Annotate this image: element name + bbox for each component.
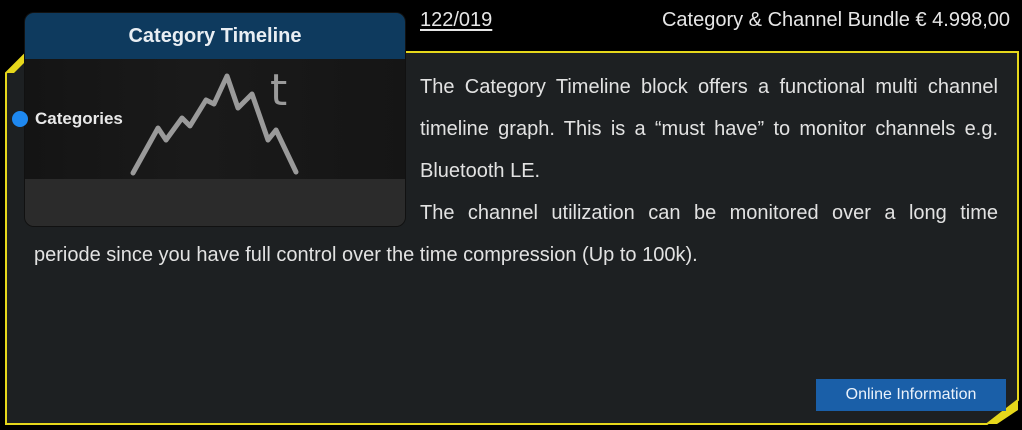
block-title: Category Timeline (25, 13, 405, 60)
online-information-button[interactable]: Online Information (816, 379, 1006, 411)
float-spacer (34, 66, 420, 198)
product-header: 122/019 Category & Channel Bundle € 4.99… (420, 0, 1010, 40)
input-port-dot (12, 111, 28, 127)
categories-port: Categories (12, 109, 123, 129)
description-paragraph-2: The channel utilization can be monitored… (34, 202, 998, 266)
port-label: Categories (35, 109, 123, 128)
product-description: The Category Timeline block offers a fun… (34, 66, 998, 276)
product-page: 122/019 Category & Channel Bundle € 4.99… (0, 0, 1022, 430)
product-price: Category & Channel Bundle € 4.998,00 (661, 8, 1010, 31)
article-number-link[interactable]: 122/019 (420, 9, 492, 32)
